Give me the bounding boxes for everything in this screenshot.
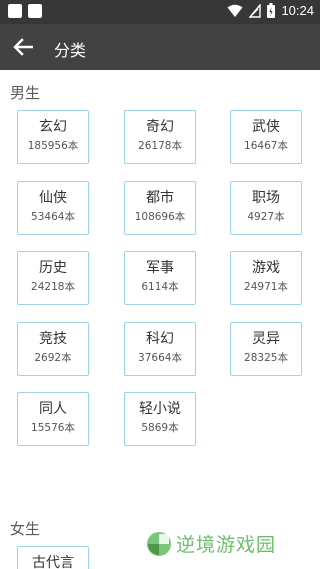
category-card-dushi[interactable]: 都市 108696本 (124, 181, 196, 235)
category-count: 2692本 (34, 352, 72, 364)
category-name: 灵异 (252, 331, 280, 347)
watermark-logo-icon (147, 531, 171, 556)
category-name: 科幻 (146, 331, 174, 347)
category-name: 武侠 (252, 119, 280, 135)
category-card-jingji[interactable]: 竞技 2692本 (17, 322, 89, 376)
notification-icons (8, 4, 42, 18)
notification-icon (28, 4, 42, 18)
section-title-female: 女生 (10, 520, 41, 538)
status-time: 10:24 (281, 3, 314, 18)
section-title-male: 男生 (10, 84, 41, 102)
category-count: 53464本 (31, 211, 75, 223)
category-count: 16467本 (244, 140, 288, 152)
category-name: 古代言 (32, 555, 74, 569)
app-bar: 分类 (0, 24, 320, 70)
category-name: 奇幻 (146, 119, 174, 135)
category-card-kehuan[interactable]: 科幻 37664本 (124, 322, 196, 376)
category-count: 4927本 (247, 211, 285, 223)
category-card-qihuan[interactable]: 奇幻 26178本 (124, 110, 196, 164)
category-name: 仙侠 (39, 190, 67, 206)
category-card-gudaiyan[interactable]: 古代言 (17, 546, 89, 569)
battery-icon (267, 3, 276, 18)
category-count: 37664本 (138, 352, 182, 364)
category-name: 都市 (146, 190, 174, 206)
category-name: 游戏 (252, 260, 280, 276)
category-card-xianxia[interactable]: 仙侠 53464本 (17, 181, 89, 235)
wifi-icon (227, 4, 243, 17)
category-count: 24218本 (31, 281, 75, 293)
category-name: 玄幻 (39, 119, 67, 135)
category-card-lingyi[interactable]: 灵异 28325本 (230, 322, 302, 376)
category-card-zhichang[interactable]: 职场 4927本 (230, 181, 302, 235)
category-count: 24971本 (244, 281, 288, 293)
category-name: 职场 (252, 190, 280, 206)
category-count: 15576本 (31, 422, 75, 434)
category-name: 历史 (39, 260, 67, 276)
watermark-text: 逆境游戏园 (176, 534, 277, 556)
category-card-youxi[interactable]: 游戏 24971本 (230, 251, 302, 305)
category-card-tongren[interactable]: 同人 15576本 (17, 392, 89, 446)
category-card-junshi[interactable]: 军事 6114本 (124, 251, 196, 305)
page-title: 分类 (54, 41, 87, 60)
category-name: 军事 (146, 260, 174, 276)
category-name: 轻小说 (139, 401, 181, 417)
arrow-left-icon (13, 38, 33, 56)
status-bar: 10:24 (0, 0, 320, 24)
category-card-qingxiaoshuo[interactable]: 轻小说 5869本 (124, 392, 196, 446)
signal-icon (249, 3, 262, 18)
category-count: 28325本 (244, 352, 288, 364)
category-card-xuanhuan[interactable]: 玄幻 185956本 (17, 110, 89, 164)
category-card-lishi[interactable]: 历史 24218本 (17, 251, 89, 305)
back-button[interactable] (10, 35, 36, 59)
notification-icon (8, 4, 22, 18)
category-count: 26178本 (138, 140, 182, 152)
category-count: 5869本 (141, 422, 179, 434)
category-count: 6114本 (141, 281, 179, 293)
category-card-wuxia[interactable]: 武侠 16467本 (230, 110, 302, 164)
category-count: 108696本 (134, 211, 186, 223)
watermark: 逆境游戏园 (146, 530, 276, 557)
category-name: 竞技 (39, 331, 67, 347)
category-name: 同人 (39, 401, 67, 417)
category-count: 185956本 (27, 140, 79, 152)
